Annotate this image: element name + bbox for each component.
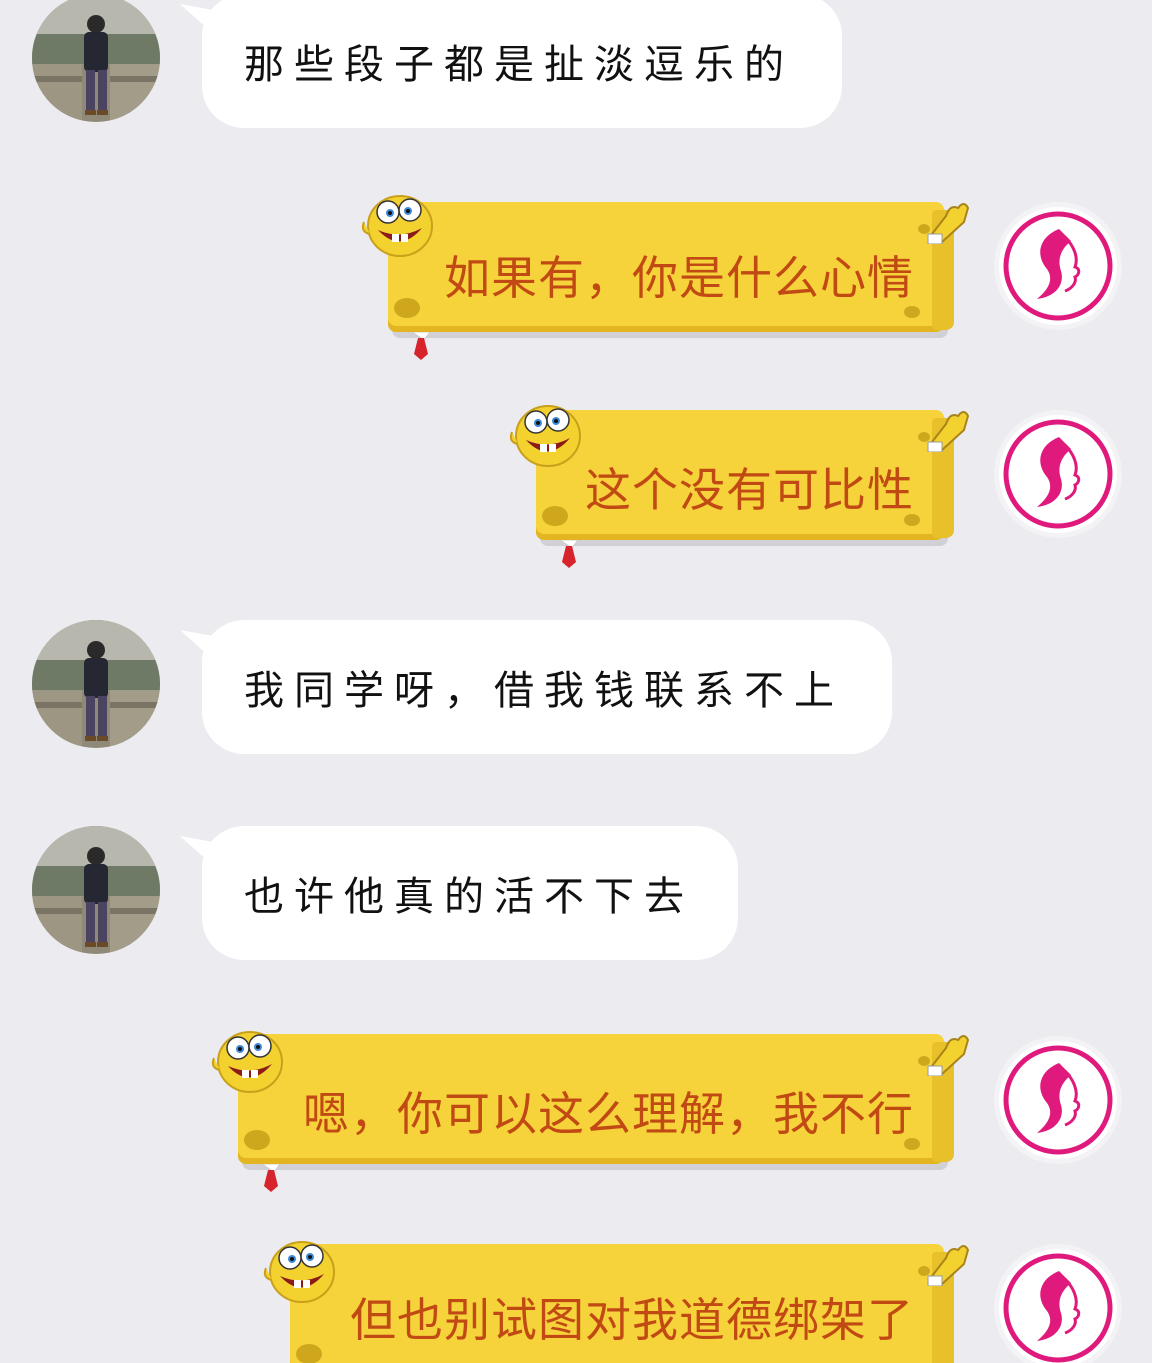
my-avatar[interactable] (994, 410, 1122, 538)
outgoing-bubble[interactable]: 但也别试图对我道德绑架了 (260, 1232, 969, 1363)
outgoing-bubble[interactable]: 如果有，你是什么心情 (358, 190, 969, 360)
user-photo-avatar-icon (32, 0, 160, 122)
tie-icon (559, 540, 579, 568)
spongebob-face-icon (263, 1241, 335, 1303)
tie-icon (411, 332, 431, 360)
spongebob-face-icon (211, 1031, 283, 1093)
pink-profile-logo-icon (999, 207, 1117, 325)
message-incoming: 那些段子都是扯淡逗乐的 (0, 0, 1152, 140)
pink-profile-logo-icon (999, 1249, 1117, 1363)
user-avatar[interactable] (32, 0, 160, 122)
message-outgoing: 这个没有可比性 (0, 398, 1152, 568)
incoming-bubble[interactable]: 我同学呀，借我钱联系不上 (180, 620, 892, 754)
message-incoming: 也许他真的活不下去 (0, 824, 1152, 964)
my-avatar[interactable] (994, 1244, 1122, 1363)
my-avatar[interactable] (994, 1036, 1122, 1164)
user-avatar[interactable] (32, 620, 160, 748)
message-text: 如果有，你是什么心情 (444, 251, 914, 305)
thumbs-up-hand-icon (927, 203, 969, 244)
outgoing-bubble[interactable]: 嗯，你可以这么理解，我不行 (208, 1022, 969, 1192)
outgoing-bubble[interactable]: 这个没有可比性 (506, 398, 969, 568)
user-photo-avatar-icon (32, 826, 160, 954)
tie-icon (261, 1164, 281, 1192)
message-outgoing: 如果有，你是什么心情 (0, 190, 1152, 360)
spongebob-face-icon (509, 405, 581, 467)
message-outgoing: 但也别试图对我道德绑架了 (0, 1232, 1152, 1363)
spongebob-face-icon (361, 195, 433, 257)
incoming-bubble[interactable]: 那些段子都是扯淡逗乐的 (180, 0, 842, 128)
user-photo-avatar-icon (32, 620, 160, 748)
message-incoming: 我同学呀，借我钱联系不上 (0, 618, 1152, 758)
message-text: 也许他真的活不下去 (244, 874, 694, 920)
pink-profile-logo-icon (999, 415, 1117, 533)
message-text: 那些段子都是扯淡逗乐的 (244, 42, 794, 88)
pink-profile-logo-icon (999, 1041, 1117, 1159)
thumbs-up-hand-icon (927, 1245, 969, 1286)
message-text: 这个没有可比性 (585, 463, 914, 517)
incoming-bubble[interactable]: 也许他真的活不下去 (180, 826, 738, 960)
message-text: 嗯，你可以这么理解，我不行 (303, 1087, 914, 1141)
message-outgoing: 嗯，你可以这么理解，我不行 (0, 1022, 1152, 1192)
message-text: 我同学呀，借我钱联系不上 (244, 668, 844, 714)
thumbs-up-hand-icon (927, 411, 969, 452)
my-avatar[interactable] (994, 202, 1122, 330)
message-text: 但也别试图对我道德绑架了 (350, 1293, 914, 1347)
user-avatar[interactable] (32, 826, 160, 954)
thumbs-up-hand-icon (927, 1035, 969, 1076)
